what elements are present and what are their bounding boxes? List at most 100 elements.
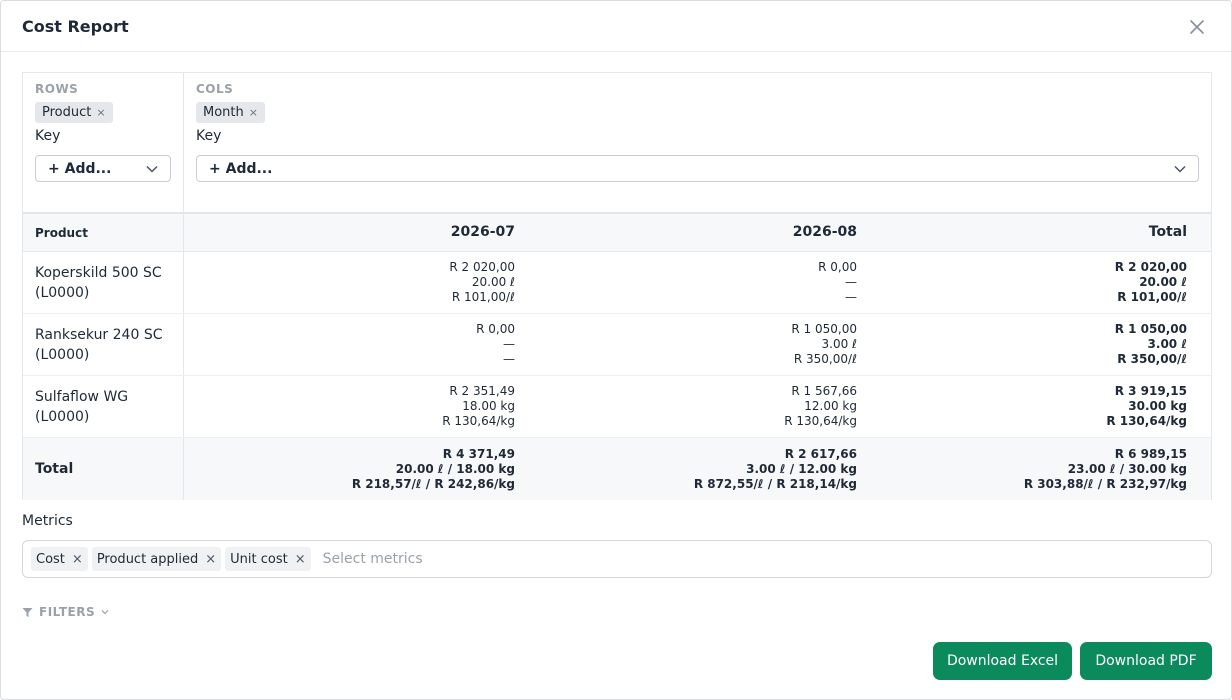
table-total-row: Total R 4 371,49 20.00 ℓ / 18.00 kg R 21…	[23, 438, 1211, 500]
header-total: Total	[1148, 224, 1187, 240]
total-grand: R 6 989,15 23.00 ℓ / 30.00 kg R 303,88/ℓ…	[857, 438, 1199, 500]
metrics-placeholder[interactable]: Select metrics	[323, 551, 423, 567]
table-header-row: Product 2026-07 2026-08 Total	[23, 214, 1211, 252]
rows-chip-remove-icon[interactable]: ×	[96, 106, 105, 119]
rows-chip-label: Product	[42, 105, 92, 120]
rows-config: ROWS Product × Key + Add...	[23, 73, 184, 212]
cell-col-1: R 2 020,00 20.00 ℓ R 101,00/ℓ	[184, 252, 515, 313]
rows-key-label: Key	[35, 128, 61, 144]
chevron-down-icon	[146, 165, 158, 173]
row-product-name: Ranksekur 240 SC (L0000)	[23, 314, 184, 375]
cell-col-2: R 1 050,00 3.00 ℓ R 350,00/ℓ	[515, 314, 857, 375]
cost-report-dialog: Cost Report ROWS Product × Key + Add...	[0, 0, 1232, 700]
total-row-label: Total	[23, 438, 184, 500]
total-unit-cost: R 303,88/ℓ / R 232,97/kg	[1023, 476, 1187, 491]
cell-applied: 20.00 ℓ	[471, 275, 515, 289]
chevron-down-icon	[101, 610, 109, 615]
metric-chip-unit-cost[interactable]: Unit cost ×	[225, 547, 311, 571]
cell-col-1: R 2 351,49 18.00 kg R 130,64/kg	[184, 376, 515, 437]
cell-applied: 20.00 ℓ	[1139, 275, 1187, 289]
cell-applied: 18.00 kg	[462, 399, 515, 413]
row-product-name: Sulfaflow WG (L0000)	[23, 376, 184, 437]
cols-label: COLS	[196, 82, 234, 96]
cell-cost: R 3 919,15	[1114, 384, 1187, 398]
row-product-name: Koperskild 500 SC (L0000)	[23, 252, 184, 313]
row-product-label: Sulfaflow WG (L0000)	[35, 388, 129, 425]
cell-unit-cost: R 350,00/ℓ	[1117, 352, 1187, 366]
total-cost: R 2 617,66	[784, 446, 857, 461]
cell-unit-cost: R 130,64/kg	[784, 414, 857, 428]
cols-add-label: + Add...	[209, 160, 273, 177]
cell-cost: R 0,00	[476, 322, 515, 336]
metric-remove-icon[interactable]: ×	[295, 552, 306, 567]
header-col-1: 2026-07	[450, 224, 515, 240]
metrics-select[interactable]: Cost × Product applied × Unit cost × Sel…	[22, 540, 1212, 578]
cell-unit-cost: R 130,64/kg	[1106, 414, 1187, 428]
cell-applied: —	[845, 275, 857, 289]
cell-cost: R 1 050,00	[791, 322, 857, 336]
cell-total: R 3 919,15 30.00 kg R 130,64/kg	[857, 376, 1199, 437]
cell-cost: R 1 050,00	[1114, 322, 1187, 336]
metric-chip-cost[interactable]: Cost ×	[31, 547, 88, 571]
cell-cost: R 2 351,49	[449, 384, 515, 398]
cell-applied: 3.00 ℓ	[1147, 337, 1187, 351]
metric-chip-label: Cost	[36, 551, 65, 567]
cell-unit-cost: R 350,00/ℓ	[793, 352, 857, 366]
metric-remove-icon[interactable]: ×	[72, 552, 83, 567]
rows-add-label: + Add...	[48, 160, 112, 177]
metric-remove-icon[interactable]: ×	[205, 552, 216, 567]
total-unit-cost: R 872,55/ℓ / R 218,14/kg	[693, 476, 857, 491]
cell-applied: 3.00 ℓ	[821, 337, 858, 351]
cell-cost: R 1 567,66	[791, 384, 857, 398]
metrics-label: Metrics	[22, 513, 73, 529]
cols-chip-label: Month	[203, 105, 244, 120]
cols-chip[interactable]: Month ×	[196, 102, 265, 123]
metric-chip-product-applied[interactable]: Product applied ×	[91, 547, 222, 571]
total-cost: R 4 371,49	[442, 446, 515, 461]
filters-label: FILTERS	[39, 605, 96, 619]
total-applied: 20.00 ℓ / 18.00 kg	[395, 461, 515, 476]
dialog-header: Cost Report	[1, 1, 1231, 52]
cell-unit-cost: R 101,00/ℓ	[451, 290, 515, 304]
download-excel-button[interactable]: Download Excel	[933, 642, 1072, 680]
filter-icon	[22, 607, 33, 617]
header-product: Product	[23, 214, 184, 251]
cell-applied: —	[503, 337, 515, 351]
cell-unit-cost: R 130,64/kg	[442, 414, 515, 428]
total-unit-cost: R 218,57/ℓ / R 242,86/kg	[351, 476, 515, 491]
cell-cost: R 2 020,00	[1114, 260, 1187, 274]
total-cost: R 6 989,15	[1114, 446, 1187, 461]
rows-chip[interactable]: Product ×	[35, 102, 113, 123]
pivot-config: ROWS Product × Key + Add... COLS Month ×	[23, 73, 1211, 214]
cell-col-2: R 0,00 — —	[515, 252, 857, 313]
close-button[interactable]	[1187, 17, 1207, 37]
cell-unit-cost: —	[503, 352, 515, 366]
cell-total: R 2 020,00 20.00 ℓ R 101,00/ℓ	[857, 252, 1199, 313]
download-pdf-button[interactable]: Download PDF	[1080, 642, 1212, 680]
cell-col-1: R 0,00 — —	[184, 314, 515, 375]
filters-toggle[interactable]: FILTERS	[22, 605, 109, 619]
total-col-1: R 4 371,49 20.00 ℓ / 18.00 kg R 218,57/ℓ…	[184, 438, 515, 500]
rows-add-select[interactable]: + Add...	[35, 155, 171, 182]
dialog-title: Cost Report	[22, 16, 129, 36]
header-col-2: 2026-08	[792, 224, 857, 240]
metric-chip-label: Product applied	[96, 551, 199, 567]
row-product-label: Koperskild 500 SC (L0000)	[35, 264, 162, 301]
cols-chip-remove-icon[interactable]: ×	[249, 106, 258, 119]
close-icon	[1190, 20, 1204, 34]
table-row: Sulfaflow WG (L0000) R 2 351,49 18.00 kg…	[23, 376, 1211, 438]
cols-add-select[interactable]: + Add...	[196, 155, 1199, 182]
pivot-table: ROWS Product × Key + Add... COLS Month ×	[22, 72, 1212, 500]
metric-chip-label: Unit cost	[230, 551, 288, 567]
cell-cost: R 0,00	[818, 260, 857, 274]
cell-applied: 30.00 kg	[1128, 399, 1187, 413]
cols-key-label: Key	[196, 128, 222, 144]
cell-col-2: R 1 567,66 12.00 kg R 130,64/kg	[515, 376, 857, 437]
row-product-label: Ranksekur 240 SC (L0000)	[35, 326, 163, 363]
rows-label: ROWS	[35, 82, 79, 96]
total-col-2: R 2 617,66 3.00 ℓ / 12.00 kg R 872,55/ℓ …	[515, 438, 857, 500]
chevron-down-icon	[1174, 165, 1186, 173]
total-applied: 3.00 ℓ / 12.00 kg	[746, 461, 857, 476]
cell-cost: R 2 020,00	[449, 260, 515, 274]
table-row: Koperskild 500 SC (L0000) R 2 020,00 20.…	[23, 252, 1211, 314]
